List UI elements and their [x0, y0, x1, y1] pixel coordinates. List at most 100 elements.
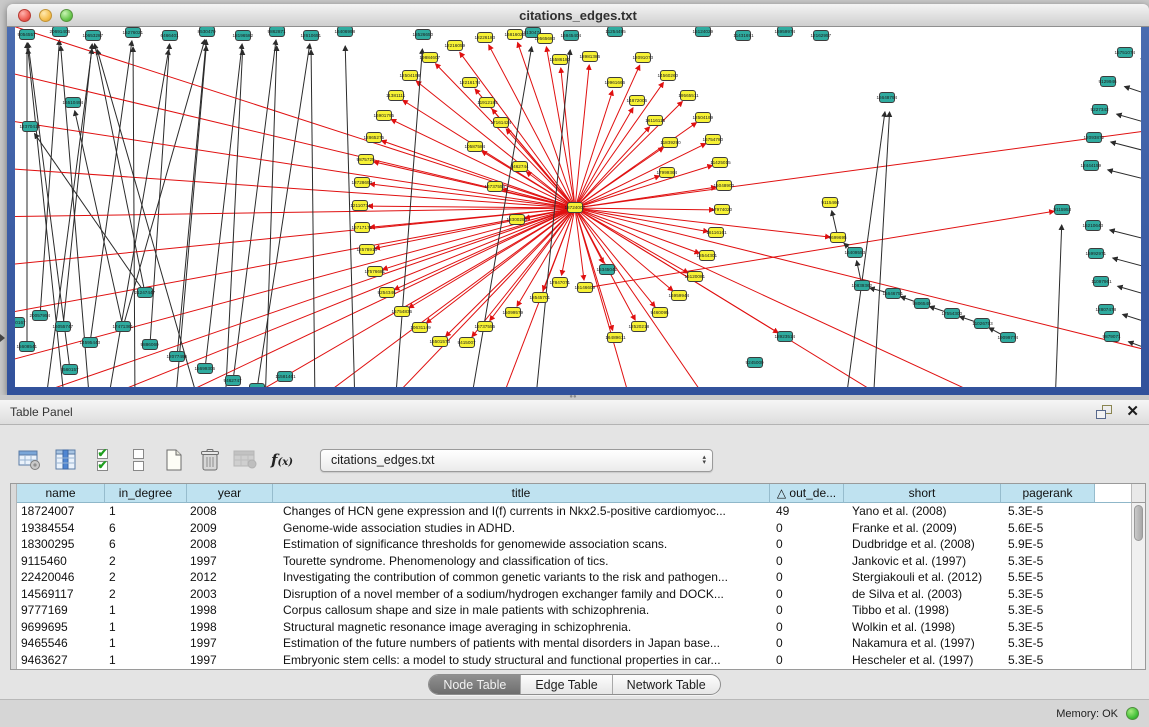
table-cell[interactable]: 2009: [187, 520, 273, 537]
splitter-collapse-arrow-icon[interactable]: [0, 334, 5, 342]
graph-node[interactable]: 18526650: [415, 29, 431, 40]
table-cell[interactable]: 6: [105, 520, 187, 537]
graph-node[interactable]: 21247447: [137, 287, 153, 298]
graph-node[interactable]: 16959944: [671, 290, 687, 301]
graph-node[interactable]: 9462747: [225, 375, 241, 386]
table-cell[interactable]: Structural magnetic resonance image aver…: [273, 619, 770, 636]
table-scrollbar[interactable]: [1131, 503, 1145, 669]
graph-node[interactable]: 12216059: [447, 40, 463, 51]
function-builder-button[interactable]: f(x): [268, 446, 296, 474]
table-cell[interactable]: Genome-wide association studies in ADHD.: [273, 520, 770, 537]
table-cell[interactable]: 0: [770, 520, 844, 537]
graph-node[interactable]: 9875725: [358, 154, 374, 165]
graph-node[interactable]: 14595443: [82, 337, 98, 348]
graph-node[interactable]: 15276021: [125, 27, 141, 38]
graph-node[interactable]: 9415007: [459, 337, 475, 348]
graph-node[interactable]: 12444159: [1083, 160, 1099, 171]
graph-node[interactable]: 15608541: [19, 341, 35, 352]
table-cell[interactable]: 2008: [187, 536, 273, 553]
table-cell[interactable]: 0: [770, 536, 844, 553]
graph-node[interactable]: 10587584: [467, 141, 483, 152]
table-cell[interactable]: 49: [770, 503, 844, 520]
graph-node[interactable]: 11026753: [974, 318, 990, 329]
window-titlebar[interactable]: citations_edges.txt: [7, 4, 1149, 27]
graph-node[interactable]: 16406998: [337, 27, 353, 37]
table-row[interactable]: 969969511998Structural magnetic resonanc…: [17, 619, 1133, 636]
table-cell[interactable]: Wolkin et al. (1998): [844, 619, 1001, 636]
table-row[interactable]: 946554611997Estimation of the future num…: [17, 635, 1133, 652]
table-row[interactable]: 1872400712008Changes of HCN gene express…: [17, 503, 1133, 520]
tab-node-table[interactable]: Node Table: [429, 675, 521, 694]
graph-node[interactable]: 9227343: [1092, 104, 1108, 115]
table-cell[interactable]: 2: [105, 569, 187, 586]
table-cell[interactable]: 1998: [187, 619, 273, 636]
graph-node[interactable]: 9886060: [142, 339, 158, 350]
graph-node[interactable]: 16116115: [647, 115, 663, 126]
graph-node[interactable]: 17554300: [944, 308, 960, 319]
table-cell[interactable]: 2: [105, 553, 187, 570]
table-cell[interactable]: 0: [770, 569, 844, 586]
graph-node[interactable]: 20057954: [32, 310, 48, 321]
table-row[interactable]: 911546021997Tourette syndrome. Phenomeno…: [17, 553, 1133, 570]
table-cell[interactable]: 0: [770, 553, 844, 570]
zoom-window-button[interactable]: [60, 9, 73, 22]
graph-node[interactable]: 10631149: [412, 322, 428, 333]
column-header-pagerank[interactable]: pagerank: [1001, 484, 1095, 503]
graph-node[interactable]: 16717171: [354, 222, 370, 233]
column-header-year[interactable]: year: [187, 484, 273, 503]
table-cell[interactable]: Disruption of a novel member of a sodium…: [273, 586, 770, 603]
table-cell[interactable]: 6: [105, 536, 187, 553]
graph-node[interactable]: 18981386: [582, 51, 598, 62]
graph-node[interactable]: 16845404: [563, 30, 579, 41]
graph-node[interactable]: 12865275: [366, 132, 382, 143]
graph-node[interactable]: 19565511: [680, 90, 696, 101]
graph-node[interactable]: 16737556: [487, 181, 503, 192]
table-cell[interactable]: 19384554: [17, 520, 105, 537]
table-cell[interactable]: 2: [105, 586, 187, 603]
graph-node[interactable]: 11381111: [388, 90, 404, 101]
float-panel-icon[interactable]: [1096, 405, 1112, 419]
graph-node[interactable]: 12578916: [359, 244, 375, 255]
scrollbar-thumb[interactable]: [1134, 505, 1143, 541]
table-cell[interactable]: Hescheler et al. (1997): [844, 652, 1001, 669]
table-cell[interactable]: 5.5E-5: [1001, 569, 1095, 586]
graph-node[interactable]: 9245009: [747, 357, 763, 368]
column-header-title[interactable]: title: [273, 484, 770, 503]
table-cell[interactable]: 5.3E-5: [1001, 602, 1095, 619]
column-header-out_degree[interactable]: △ out_de...: [770, 484, 844, 503]
table-cell[interactable]: Estimation of the future numbers of pati…: [273, 635, 770, 652]
table-cell[interactable]: 1997: [187, 553, 273, 570]
graph-node[interactable]: 19565683: [537, 33, 553, 44]
graph-node[interactable]: 16959272: [249, 383, 265, 387]
table-cell[interactable]: Corpus callosum shape and size in male p…: [273, 602, 770, 619]
create-column-button[interactable]: [160, 446, 188, 474]
graph-node[interactable]: 17576681: [367, 266, 383, 277]
graph-node[interactable]: 9806540: [914, 298, 930, 309]
table-cell[interactable]: 5.3E-5: [1001, 619, 1095, 636]
table-cell[interactable]: 1: [105, 635, 187, 652]
delete-column-button[interactable]: [196, 446, 224, 474]
graph-node[interactable]: 10839362: [854, 280, 870, 291]
table-row[interactable]: 1830029562008Estimation of significance …: [17, 536, 1133, 553]
table-cell[interactable]: Tibbo et al. (1998): [844, 602, 1001, 619]
table-cell[interactable]: Tourette syndrome. Phenomenology and cla…: [273, 553, 770, 570]
graph-node[interactable]: 12610651: [303, 30, 319, 41]
table-row[interactable]: 1938455462009Genome-wide association stu…: [17, 520, 1133, 537]
graph-node[interactable]: 11097961: [1093, 276, 1109, 287]
graph-node[interactable]: 16146609: [577, 282, 593, 293]
graph-node[interactable]: 12370415: [22, 121, 38, 132]
table-cell[interactable]: 5.6E-5: [1001, 520, 1095, 537]
graph-node[interactable]: 6466401: [162, 30, 178, 41]
table-cell[interactable]: 1: [105, 652, 187, 669]
graph-node[interactable]: 16754836: [394, 306, 410, 317]
graph-node[interactable]: 15699306: [197, 363, 213, 374]
graph-node[interactable]: 16754780: [705, 134, 721, 145]
show-columns-button[interactable]: [52, 446, 80, 474]
graph-node[interactable]: 16816025: [507, 29, 523, 40]
graph-node[interactable]: 9699695: [830, 232, 846, 243]
table-cell[interactable]: 1998: [187, 602, 273, 619]
table-cell[interactable]: 14569117: [17, 586, 105, 603]
table-cell[interactable]: 0: [770, 602, 844, 619]
graph-node[interactable]: 9054557: [19, 29, 35, 40]
graph-node[interactable]: 12091073: [635, 52, 651, 63]
